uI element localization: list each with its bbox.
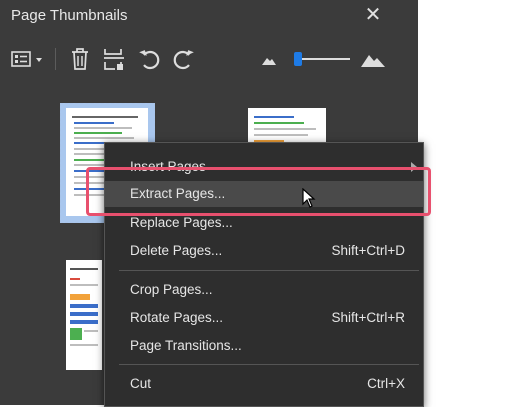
zoom-slider[interactable] xyxy=(292,46,352,72)
zoom-out-mountain-icon xyxy=(262,58,276,65)
menu-item-cut[interactable]: Cut Ctrl+X xyxy=(105,371,423,397)
redo-rotate-icon xyxy=(173,50,194,70)
close-icon[interactable]: ✕ xyxy=(362,4,384,26)
insert-from-file-button[interactable] xyxy=(101,46,127,72)
menu-item-shortcut: Shift+Ctrl+D xyxy=(331,243,405,258)
menu-item-crop-pages[interactable]: Crop Pages... xyxy=(105,277,423,303)
delete-pages-button[interactable] xyxy=(67,46,93,72)
menu-item-rotate-pages[interactable]: Rotate Pages... Shift+Ctrl+R xyxy=(105,305,423,331)
menu-item-label: Rotate Pages... xyxy=(130,310,224,325)
menu-item-label: Crop Pages... xyxy=(130,282,213,297)
zoom-in-button[interactable] xyxy=(359,46,387,72)
rotate-counterclockwise-button[interactable] xyxy=(137,46,163,72)
menu-item-label: Cut xyxy=(130,376,152,391)
menu-separator xyxy=(119,270,419,271)
rotate-clockwise-button[interactable] xyxy=(170,46,196,72)
menu-item-delete-pages[interactable]: Delete Pages... Shift+Ctrl+D xyxy=(105,238,423,264)
menu-item-label: Replace Pages... xyxy=(130,215,233,230)
options-menu-button[interactable] xyxy=(10,46,46,72)
menu-item-label: Page Transitions... xyxy=(130,338,242,353)
zoom-out-button[interactable] xyxy=(259,46,279,72)
panel-title: Page Thumbnails xyxy=(11,7,128,24)
options-menu-icon xyxy=(11,51,42,67)
delete-pages-icon xyxy=(72,48,88,70)
menu-item-shortcut: Shift+Ctrl+R xyxy=(331,310,405,325)
menu-item-label: Delete Pages... xyxy=(130,243,223,258)
page-thumbnail[interactable] xyxy=(66,260,102,370)
toolbar-divider xyxy=(55,48,56,70)
insert-from-file-icon xyxy=(104,49,124,70)
mouse-pointer-icon xyxy=(302,188,316,208)
menu-item-shortcut: Ctrl+X xyxy=(367,376,405,391)
menu-item-page-transitions[interactable]: Page Transitions... xyxy=(105,333,423,359)
zoom-in-mountain-icon xyxy=(361,55,385,67)
highlight-box xyxy=(86,167,431,216)
zoom-slider-thumb[interactable] xyxy=(294,52,302,66)
thumbnails-toolbar xyxy=(0,40,418,78)
undo-rotate-icon xyxy=(139,50,160,70)
panel-header: Page Thumbnails ✕ xyxy=(0,0,418,34)
menu-separator xyxy=(119,364,419,365)
